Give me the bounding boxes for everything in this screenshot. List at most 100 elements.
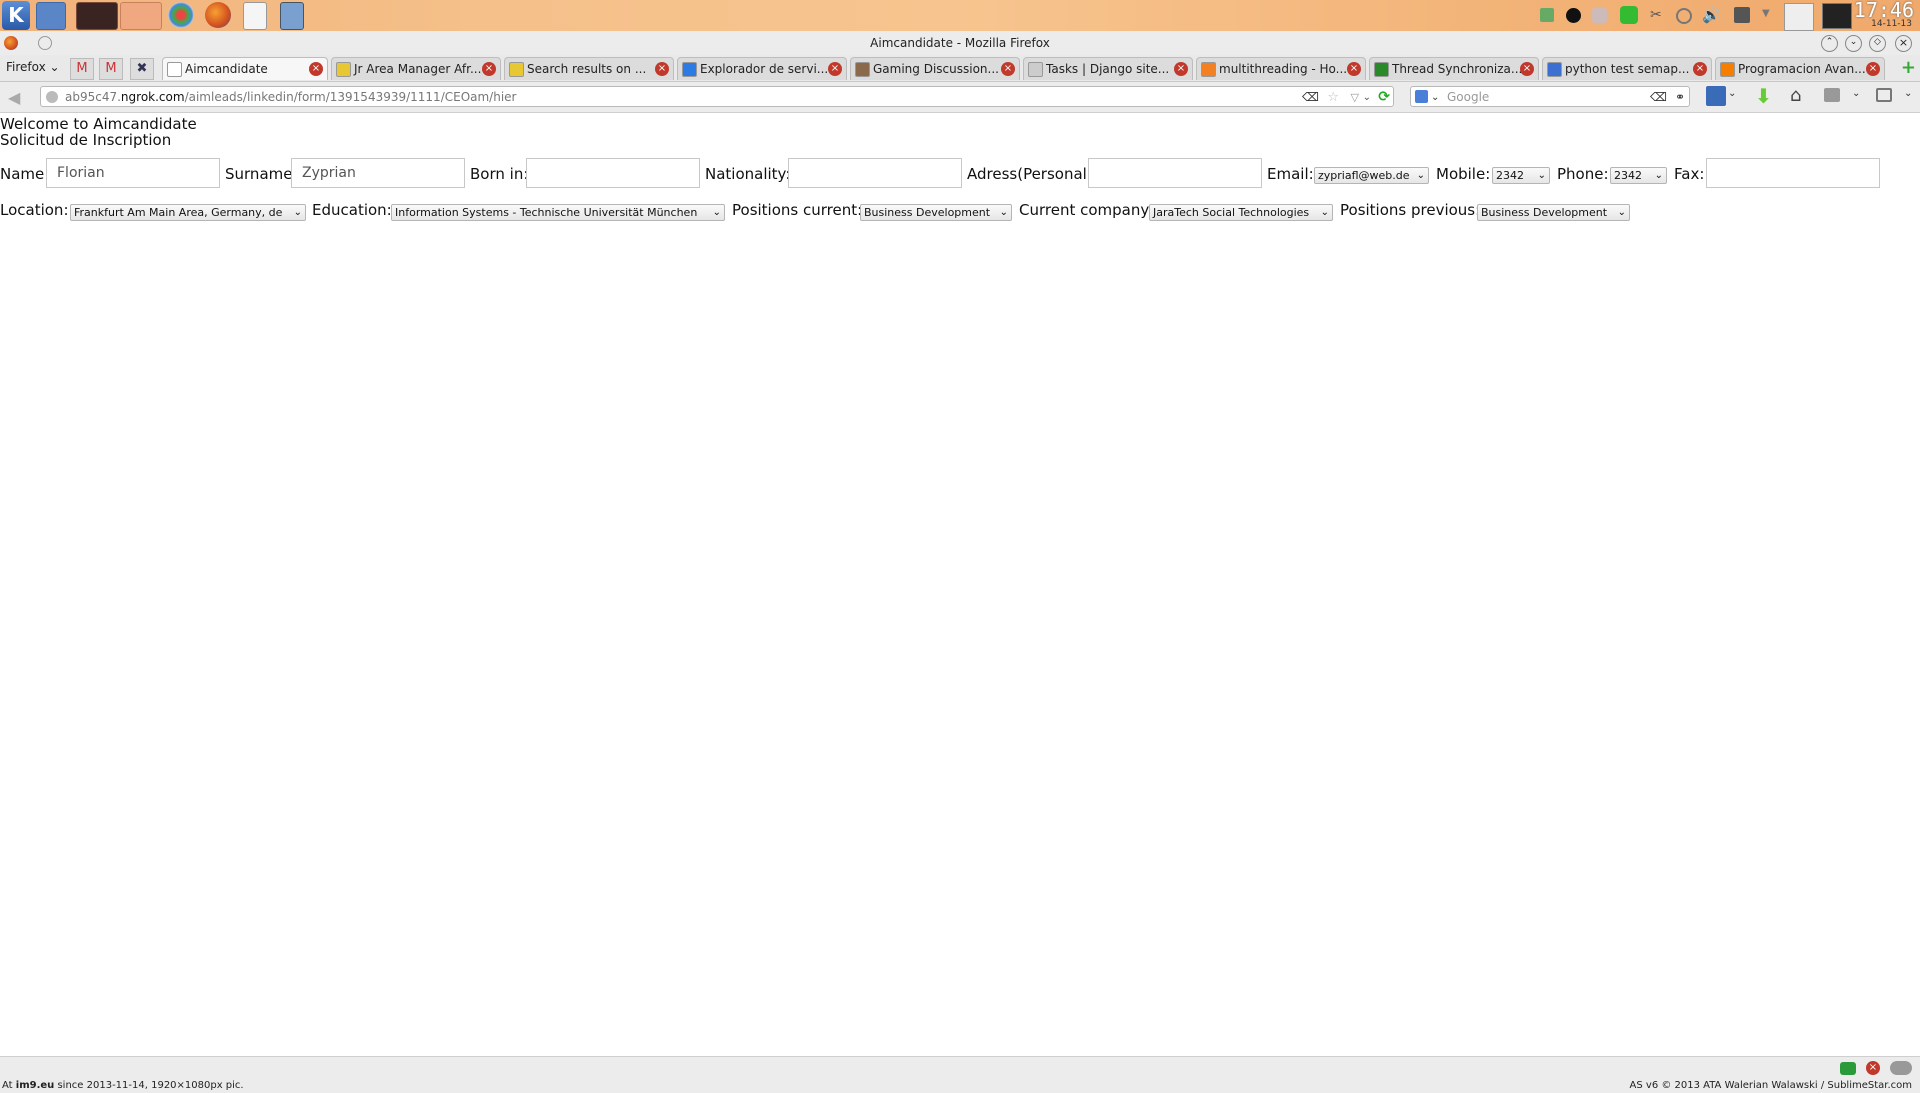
name-input[interactable]: Florian <box>46 158 220 188</box>
tray-expand-icon[interactable]: ▼ <box>1762 8 1770 19</box>
address-input[interactable] <box>1088 158 1262 188</box>
born-in-input[interactable] <box>526 158 700 188</box>
desktop-panel: K ✂ 🔊 ▼ 17:46 14-11-13 <box>0 0 1920 31</box>
pocket-icon[interactable]: ▽ <box>1351 87 1359 108</box>
shade-icon[interactable]: ⌃ <box>1821 35 1838 52</box>
network-icon[interactable] <box>1540 8 1554 22</box>
firefox-icon[interactable] <box>205 2 231 28</box>
url-path: /aimleads/linkedin/form/1391543939/1111/… <box>184 90 517 104</box>
chevron-down-icon: ⌄ <box>49 60 60 74</box>
url-dropdown-icon[interactable]: ⌄ <box>1363 87 1371 108</box>
record-icon[interactable] <box>1566 8 1581 23</box>
gmail-pinned-tab-1[interactable]: M <box>70 58 94 80</box>
positions-previous-select[interactable]: Business Development ⌄ <box>1477 204 1630 221</box>
tab-4[interactable]: Gaming Discussion... × <box>850 57 1020 80</box>
tab-close-icon[interactable]: × <box>1174 62 1188 76</box>
binoculars-icon[interactable]: ⚭ <box>1675 87 1685 108</box>
clear-search-icon[interactable]: ⌫ <box>1650 87 1667 108</box>
tab-2[interactable]: Search results on ... × <box>504 57 674 80</box>
back-arrow-icon[interactable]: ◀ <box>8 88 20 107</box>
engine-chevron-icon[interactable]: ⌄ <box>1431 87 1439 108</box>
gmail-pinned-tab-2[interactable]: M <box>99 58 123 80</box>
reload-icon[interactable]: ⟳ <box>1378 87 1390 108</box>
tab-6[interactable]: multithreading - Ho... × <box>1196 57 1366 80</box>
close-window-icon[interactable]: × <box>1895 35 1912 52</box>
tab-9[interactable]: Programacion Avan... × <box>1715 57 1885 80</box>
email-select[interactable]: zypriafl@web.de ⌄ <box>1314 167 1429 184</box>
kde-menu-icon[interactable]: K <box>2 1 30 30</box>
dropbox-icon[interactable] <box>1592 8 1607 23</box>
tab-favicon-icon <box>1720 62 1735 77</box>
education-select[interactable]: Information Systems - Technische Univers… <box>391 204 725 221</box>
maximize-icon[interactable]: ◇ <box>1869 35 1886 52</box>
volume-icon[interactable]: 🔊 <box>1702 6 1721 24</box>
clear-url-icon[interactable]: ⌫ <box>1302 87 1319 108</box>
addon-icon[interactable] <box>1824 88 1840 102</box>
tab-0[interactable]: Aimcandidate × <box>162 57 328 80</box>
tab-close-icon[interactable]: × <box>828 62 842 76</box>
tab-close-icon[interactable]: × <box>1866 62 1880 76</box>
url-bar[interactable]: ab95c47.ngrok.com/aimleads/linkedin/form… <box>40 86 1394 107</box>
url-host: ngrok.com <box>120 90 185 104</box>
fax-input[interactable] <box>1706 158 1880 188</box>
check-icon[interactable] <box>1620 6 1638 24</box>
tab-close-icon[interactable]: × <box>1520 62 1534 76</box>
location-select[interactable]: Frankfurt Am Main Area, Germany, de ⌄ <box>70 204 306 221</box>
overflow-chevron-icon[interactable]: ⌄ <box>1904 88 1912 99</box>
home-icon[interactable]: ⌂ <box>1790 85 1801 106</box>
tab-close-icon[interactable]: × <box>309 62 323 76</box>
desktop-1-button[interactable] <box>76 2 118 30</box>
tab-close-icon[interactable]: × <box>1347 62 1361 76</box>
search-bar[interactable]: ⌄ Google ⌫ ⚭ <box>1410 86 1690 107</box>
surname-input[interactable]: Zyprian <box>291 158 465 188</box>
usb-icon[interactable] <box>1676 8 1692 24</box>
site-identity-icon[interactable] <box>46 91 58 103</box>
addon-chevron-icon[interactable]: ⌄ <box>1852 88 1860 99</box>
nationality-label: Nationality: <box>705 165 791 183</box>
phone-select[interactable]: 2342 ⌄ <box>1610 167 1667 184</box>
footer-site: im9.eu <box>15 1080 55 1091</box>
tab-8[interactable]: python test semap... × <box>1542 57 1712 80</box>
tab-close-icon[interactable]: × <box>482 62 496 76</box>
download-arrow-icon[interactable]: ⬇ <box>1755 84 1772 108</box>
chrome-icon[interactable] <box>168 2 194 28</box>
bookmarks-chevron-icon[interactable]: ⌄ <box>1728 88 1736 99</box>
footer-left: At im9.eu since 2013-11-14, 1920×1080px … <box>2 1080 244 1091</box>
nationality-input[interactable] <box>788 158 962 188</box>
tab-5[interactable]: Tasks | Django site... × <box>1023 57 1193 80</box>
firefox-logo-icon <box>4 36 18 50</box>
system-monitor-icon[interactable] <box>1822 3 1852 29</box>
window-title: Aimcandidate - Mozilla Firefox <box>870 36 1050 50</box>
status-addon-icon[interactable] <box>1840 1062 1856 1075</box>
minimize-icon[interactable]: ⌄ <box>1845 35 1862 52</box>
firefox-menu-button[interactable]: Firefox ⌄ <box>6 60 60 74</box>
status-toggle-icon[interactable] <box>1890 1061 1912 1075</box>
education-select-value: Information Systems - Technische Univers… <box>395 206 698 219</box>
positions-current-label: Positions current: <box>732 201 863 219</box>
tab-close-icon[interactable]: × <box>655 62 669 76</box>
file-manager-icon[interactable] <box>36 2 66 30</box>
tab-3[interactable]: Explorador de servi... × <box>677 57 847 80</box>
tab-favicon-icon <box>1547 62 1562 77</box>
current-company-select[interactable]: JaraTech Social Technologies ⌄ <box>1149 204 1333 221</box>
pin-icon[interactable] <box>38 36 52 50</box>
new-tab-icon[interactable]: + <box>1901 59 1916 77</box>
tab-close-icon[interactable]: × <box>1693 62 1707 76</box>
status-block-icon[interactable]: × <box>1866 1061 1880 1075</box>
scissors-icon[interactable]: ✂ <box>1650 8 1664 22</box>
mobile-select[interactable]: 2342 ⌄ <box>1492 167 1550 184</box>
battery-icon[interactable] <box>1734 7 1750 23</box>
clipboard-icon[interactable] <box>1784 3 1814 31</box>
text-editor-icon[interactable] <box>243 2 267 30</box>
tab-close-icon[interactable]: × <box>1001 62 1015 76</box>
bookmarks-menu-icon[interactable] <box>1706 86 1726 106</box>
positions-current-select[interactable]: Business Development ⌄ <box>860 204 1012 221</box>
tab-1[interactable]: Jr Area Manager Afr... × <box>331 57 501 80</box>
tools-pinned-tab[interactable]: ✖ <box>130 58 154 80</box>
desktop-2-button[interactable] <box>120 2 162 30</box>
tab-7[interactable]: Thread Synchroniza... × <box>1369 57 1539 80</box>
notes-icon[interactable] <box>280 2 304 30</box>
google-engine-icon[interactable] <box>1415 90 1428 103</box>
pocket-toolbar-icon[interactable] <box>1876 88 1892 102</box>
bookmark-star-icon[interactable]: ☆ <box>1327 87 1339 108</box>
